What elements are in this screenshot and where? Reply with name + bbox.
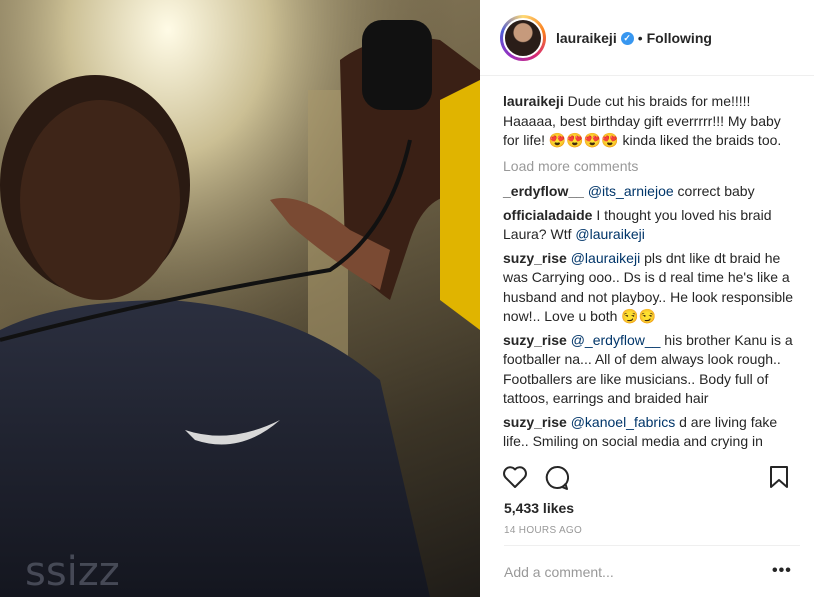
divider [504, 545, 800, 546]
post-media[interactable]: ssizz [0, 0, 480, 597]
comment-item: suzy_rise @lauraikeji pls dnt like dt br… [503, 249, 799, 327]
comment-username[interactable]: suzy_rise [503, 414, 567, 430]
add-comment-input[interactable] [504, 561, 754, 583]
heart-icon[interactable] [502, 465, 528, 489]
header-username[interactable]: lauraikeji [556, 30, 617, 46]
verified-check-icon: ✓ [620, 31, 634, 45]
load-more-comments-button[interactable]: Load more comments [503, 157, 799, 177]
comment-username[interactable]: suzy_rise [503, 250, 567, 266]
comment-item: suzy_rise @_erdyflow__ his brother Kanu … [503, 331, 799, 409]
post-header: lauraikeji ✓ • Following [480, 0, 814, 76]
post-panel: lauraikeji ✓ • Following lauraikeji Dude… [480, 0, 814, 597]
bookmark-icon[interactable] [769, 465, 789, 489]
comment-item: officialadaide I thought you loved his b… [503, 206, 799, 245]
caption-username[interactable]: lauraikeji [503, 93, 564, 109]
header-separator: • [637, 30, 643, 46]
post-timestamp[interactable]: 14 HOURS AGO [504, 525, 582, 536]
comment-text: correct baby [673, 183, 755, 199]
video-frame: ssizz [0, 0, 480, 597]
comment-item: suzy_rise @kanoel_fabrics d are living f… [503, 413, 799, 452]
comment-mention[interactable]: @lauraikeji [575, 226, 644, 242]
comment-username[interactable]: _erdyflow__ [503, 183, 584, 199]
comment-bubble-icon[interactable] [544, 465, 570, 491]
avatar-image [503, 18, 543, 58]
action-bar [480, 463, 814, 493]
comment-mention[interactable]: @lauraikeji [571, 250, 640, 266]
avatar[interactable] [500, 15, 546, 61]
more-options-button[interactable]: ••• [772, 563, 792, 579]
comment-mention[interactable]: @_erdyflow__ [571, 332, 661, 348]
comment-mention[interactable]: @its_arniejoe [588, 183, 674, 199]
comment-mention[interactable]: @kanoel_fabrics [571, 414, 676, 430]
comment-item: _erdyflow__ @its_arniejoe correct baby [503, 182, 799, 202]
following-button[interactable]: Following [647, 30, 712, 46]
header-user-row: lauraikeji ✓ • Following [556, 30, 712, 46]
comment-username[interactable]: officialadaide [503, 207, 592, 223]
comment-username[interactable]: suzy_rise [503, 332, 567, 348]
shirt-text: ssizz [25, 549, 120, 595]
comments-list: lauraikeji Dude cut his braids for me!!!… [503, 92, 799, 456]
caption: lauraikeji Dude cut his braids for me!!!… [503, 92, 799, 151]
likes-count[interactable]: 5,433 likes [504, 500, 574, 516]
